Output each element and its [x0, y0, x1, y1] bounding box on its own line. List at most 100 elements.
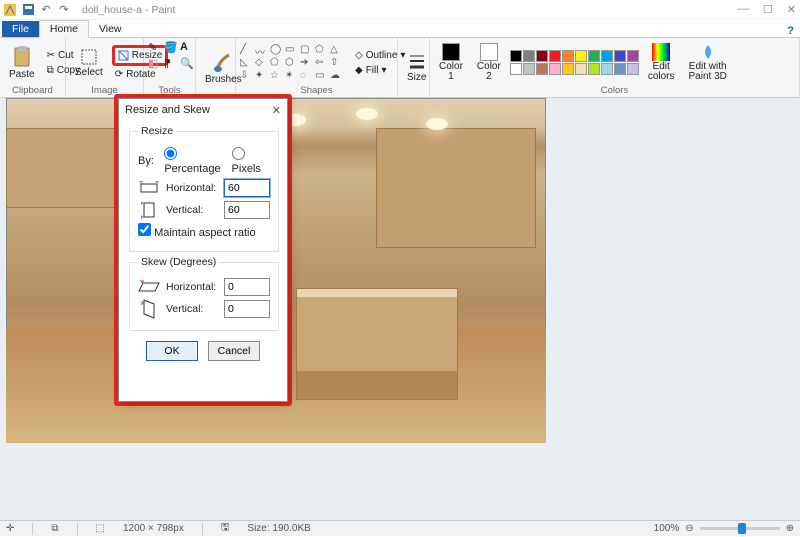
group-colors: Color 1 Color 2 Edit colors Edit with Pa… — [430, 38, 800, 97]
color2-button[interactable]: Color 2 — [472, 41, 506, 84]
palette-swatch[interactable] — [536, 50, 548, 62]
eyedropper-tool-icon[interactable]: ⁋ — [164, 57, 178, 70]
help-icon[interactable]: ? — [787, 25, 794, 37]
shape-line-icon[interactable]: ╱ — [240, 44, 254, 56]
dialog-close-icon[interactable]: ✕ — [272, 104, 281, 117]
color1-button[interactable]: Color 1 — [434, 41, 468, 84]
dialog-titlebar[interactable]: Resize and Skew ✕ — [119, 99, 287, 121]
shape-righttri-icon[interactable]: ◺ — [240, 57, 254, 69]
close-button[interactable]: ✕ — [787, 3, 796, 16]
maximize-button[interactable]: ☐ — [763, 3, 773, 16]
palette-swatch[interactable] — [523, 63, 535, 75]
shape-curve-icon[interactable]: 〰 — [255, 44, 269, 56]
shapes-gallery[interactable]: ╱〰◯▭▢⬠△ ◺◇⬠⬡➔⇦⇧ ⇩✦☆✶◌▭☁ — [240, 44, 344, 82]
shape-4star-icon[interactable]: ✦ — [255, 70, 269, 82]
palette-swatch[interactable] — [588, 63, 600, 75]
palette-swatch[interactable] — [588, 50, 600, 62]
shape-uparrow-icon[interactable]: ⇧ — [330, 57, 344, 69]
paint3d-button[interactable]: Edit with Paint 3D — [684, 41, 732, 84]
zoom-control: 100% ⊖ ⊕ — [654, 523, 794, 534]
redo-icon[interactable]: ↷ — [58, 4, 70, 16]
size-button[interactable]: Size — [402, 51, 431, 85]
shape-pentagon-icon[interactable]: ⬠ — [270, 57, 284, 69]
palette-swatch[interactable] — [549, 50, 561, 62]
shape-roundrect-icon[interactable]: ▢ — [300, 44, 314, 56]
resize-vertical-input[interactable] — [224, 201, 270, 219]
shape-roundcallout-icon[interactable]: ◌ — [300, 70, 314, 82]
zoom-in-button[interactable]: ⊕ — [786, 523, 794, 534]
shape-5star-icon[interactable]: ☆ — [270, 70, 284, 82]
tab-home[interactable]: Home — [39, 20, 89, 38]
skew-vertical-input[interactable] — [224, 300, 270, 318]
palette-swatch[interactable] — [523, 50, 535, 62]
skew-horizontal-input[interactable] — [224, 278, 270, 296]
shape-rightarrow-icon[interactable]: ➔ — [300, 57, 314, 69]
palette-swatch[interactable] — [536, 63, 548, 75]
palette-swatch[interactable] — [627, 50, 639, 62]
fill-tool-icon[interactable]: 🪣 — [164, 41, 178, 54]
eraser-tool-icon[interactable]: ◧ — [148, 57, 162, 70]
shape-leftarrow-icon[interactable]: ⇦ — [315, 57, 329, 69]
pencil-tool-icon[interactable]: ✎ — [148, 41, 162, 54]
palette-swatch[interactable] — [601, 63, 613, 75]
palette-swatch[interactable] — [614, 50, 626, 62]
palette-swatch[interactable] — [562, 50, 574, 62]
maintain-aspect-checkbox[interactable]: Maintain aspect ratio — [138, 223, 256, 239]
resize-horizontal-input[interactable] — [224, 179, 270, 197]
palette-swatch[interactable] — [549, 63, 561, 75]
save-icon[interactable] — [22, 4, 34, 16]
color-palette[interactable] — [510, 50, 639, 75]
dialog-title: Resize and Skew — [125, 104, 210, 116]
tab-view[interactable]: View — [89, 21, 132, 37]
shape-downarrow-icon[interactable]: ⇩ — [240, 70, 254, 82]
color1-swatch — [442, 43, 460, 61]
ok-button[interactable]: OK — [146, 341, 198, 361]
resize-v-label: Vertical: — [166, 204, 218, 216]
palette-swatch[interactable] — [575, 50, 587, 62]
group-size: Size — [398, 38, 430, 97]
palette-swatch[interactable] — [575, 63, 587, 75]
shape-6star-icon[interactable]: ✶ — [285, 70, 299, 82]
skew-legend: Skew (Degrees) — [138, 256, 219, 268]
rotate-icon: ⟳ — [115, 69, 123, 80]
by-label: By: — [138, 155, 158, 167]
shape-polygon-icon[interactable]: ⬠ — [315, 44, 329, 56]
zoom-slider[interactable] — [700, 527, 780, 530]
copy-icon: ⧉ — [47, 65, 54, 76]
radio-pixels[interactable]: Pixels — [232, 147, 270, 175]
paste-button[interactable]: Paste — [4, 44, 40, 82]
undo-icon[interactable]: ↶ — [40, 4, 52, 16]
fill-icon: ◆ — [355, 65, 363, 76]
minimize-button[interactable]: — — [738, 3, 749, 16]
rainbow-icon — [652, 43, 670, 61]
edit-colors-button[interactable]: Edit colors — [643, 41, 680, 84]
shape-rectcallout-icon[interactable]: ▭ — [315, 70, 329, 82]
shape-triangle-icon[interactable]: △ — [330, 44, 344, 56]
resize-vertical-icon — [138, 202, 160, 218]
tab-file[interactable]: File — [2, 21, 39, 37]
cancel-button[interactable]: Cancel — [208, 341, 260, 361]
palette-swatch[interactable] — [510, 63, 522, 75]
palette-swatch[interactable] — [510, 50, 522, 62]
text-tool-icon[interactable]: A — [180, 41, 194, 53]
skew-horizontal-icon — [138, 279, 160, 295]
palette-swatch[interactable] — [614, 63, 626, 75]
skew-vertical-icon — [138, 301, 160, 317]
zoom-out-button[interactable]: ⊖ — [685, 523, 693, 534]
quick-access-toolbar: ↶ ↷ — [4, 4, 70, 16]
palette-swatch[interactable] — [627, 63, 639, 75]
shape-diamond-icon[interactable]: ◇ — [255, 57, 269, 69]
magnifier-tool-icon[interactable]: 🔍 — [180, 57, 194, 70]
group-colors-label: Colors — [434, 85, 795, 96]
shape-hexagon-icon[interactable]: ⬡ — [285, 57, 299, 69]
shape-oval-icon[interactable]: ◯ — [270, 44, 284, 56]
app-name: Paint — [151, 4, 175, 16]
canvas-dims-icon: ⬚ — [96, 523, 105, 534]
shape-cloud-icon[interactable]: ☁ — [330, 70, 344, 82]
select-button[interactable]: Select — [70, 46, 108, 80]
radio-percentage[interactable]: Percentage — [164, 147, 225, 175]
brush-icon — [213, 51, 233, 73]
palette-swatch[interactable] — [601, 50, 613, 62]
palette-swatch[interactable] — [562, 63, 574, 75]
shape-rect-icon[interactable]: ▭ — [285, 44, 299, 56]
